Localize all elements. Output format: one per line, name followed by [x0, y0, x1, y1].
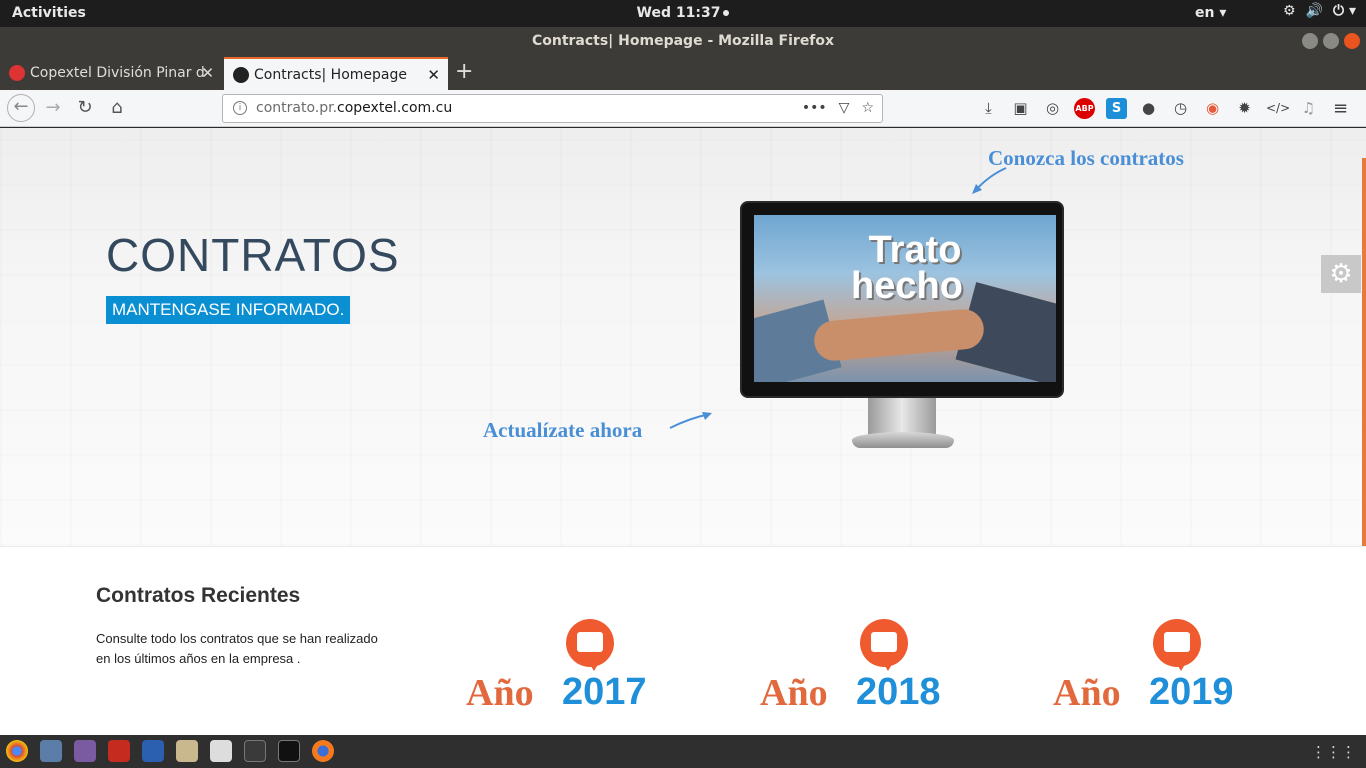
extension-toolbar: ⤓ ▣ ◎ ABP S ● ◷ ◉ ✹ </> ♫ ≡	[978, 98, 1351, 119]
clock-icon[interactable]: ◷	[1170, 98, 1191, 119]
chrome-icon[interactable]	[6, 740, 28, 762]
home-button[interactable]: ⌂	[104, 96, 130, 122]
tab-close-button[interactable]: ✕	[201, 57, 214, 90]
page-actions-icon[interactable]: •••	[802, 95, 827, 122]
pidgin-icon[interactable]	[40, 740, 62, 762]
image-icon[interactable]: ▣	[1010, 98, 1031, 119]
mask-icon[interactable]: ●	[1138, 98, 1159, 119]
year-word: Año	[1053, 672, 1121, 714]
forward-button[interactable]: →	[40, 96, 66, 122]
url-domain: copextel.com.cu	[337, 100, 453, 116]
year-card-2019[interactable]: Año 2019	[1053, 619, 1243, 729]
tab-close-button[interactable]: ✕	[427, 59, 440, 90]
arrow-down-left-icon	[972, 167, 1007, 194]
settings-gear-button[interactable]: ⚙	[1321, 255, 1361, 293]
music-icon[interactable]: ♫	[1298, 98, 1319, 119]
callout-actualizate: Actualízate ahora	[483, 418, 643, 442]
terminal-icon[interactable]	[278, 740, 300, 762]
window-title: Contracts| Homepage - Mozilla Firefox	[531, 33, 835, 49]
recent-contracts-section: Contratos Recientes Consulte todo los co…	[0, 546, 1366, 735]
usb-icon[interactable]	[210, 740, 232, 762]
bookmark-star-icon[interactable]: ☆	[861, 95, 874, 122]
hero-title: CONTRATOS	[106, 229, 400, 281]
dock-apps	[6, 740, 334, 762]
code-icon[interactable]: </>	[1266, 98, 1290, 119]
url-actions: ••• ▽ ☆	[802, 95, 874, 122]
ghost-icon[interactable]	[74, 740, 96, 762]
url-bar[interactable]: i contrato.pr.copextel.com.cu ••• ▽ ☆	[222, 94, 883, 123]
clock-label: Wed 11:37	[636, 5, 721, 21]
handshake-image: Trato hecho	[754, 215, 1056, 382]
download-icon[interactable]: ⤓	[978, 98, 999, 119]
volume-icon[interactable]: 🔊	[1306, 3, 1323, 19]
section-title: Contratos Recientes	[96, 584, 301, 607]
adblock-icon[interactable]: ABP	[1074, 98, 1095, 119]
site-info-icon[interactable]: i	[233, 101, 247, 115]
minimize-button[interactable]	[1302, 33, 1318, 49]
tab-strip: Copextel División Pinar d ✕ Contracts| H…	[0, 55, 1366, 90]
monitor-stand	[868, 398, 936, 436]
symfony-favicon-icon	[233, 67, 249, 83]
arrow-up-right-icon	[669, 412, 712, 429]
hero-subtitle-badge: MANTENGASE INFORMADO.	[106, 296, 351, 324]
year-number: 2018	[856, 671, 941, 713]
section-description: Consulte todo los contratos que se han r…	[96, 631, 378, 666]
briefcase-chat-icon	[1153, 619, 1201, 671]
system-tray[interactable]: ⚙ 🔊 ⏻ ▾	[1283, 3, 1356, 19]
year-word: Año	[760, 672, 828, 714]
year-word: Año	[466, 672, 534, 714]
year-number: 2019	[1149, 671, 1234, 713]
year-number: 2017	[562, 671, 647, 713]
maximize-button[interactable]	[1323, 33, 1339, 49]
url-prefix: contrato.pr.	[256, 100, 338, 116]
navigation-toolbar: ← → ↻ ⌂ i contrato.pr.copextel.com.cu ••…	[0, 90, 1366, 127]
hero-section: CONTRATOS MANTENGASE INFORMADO. Conozca …	[0, 128, 1366, 546]
screen-text-line2: hecho	[851, 265, 963, 307]
web-page: CONTRATOS MANTENGASE INFORMADO. Conozca …	[0, 128, 1366, 735]
notification-dot-icon	[723, 10, 730, 16]
briefcase-chat-icon	[860, 619, 908, 671]
tab-label: Copextel División Pinar d	[30, 65, 205, 81]
tab-label: Contracts| Homepage	[254, 67, 407, 83]
archive-icon[interactable]	[176, 740, 198, 762]
year-card-2017[interactable]: Año 2017	[466, 619, 656, 729]
callout-conozca: Conozca los contratos	[988, 146, 1184, 170]
back-button[interactable]: ←	[7, 94, 35, 122]
close-window-button[interactable]	[1344, 33, 1360, 49]
reload-button[interactable]: ↻	[72, 96, 98, 122]
globe-icon[interactable]: ◎	[1042, 98, 1063, 119]
show-apps-grid-icon[interactable]: ⋮⋮⋮	[1311, 743, 1356, 761]
system-monitor-icon[interactable]	[244, 740, 266, 762]
pocket-icon[interactable]: ▽	[839, 95, 850, 122]
tab-contracts-homepage[interactable]: Contracts| Homepage ✕	[224, 57, 448, 90]
gear-icon[interactable]: ✹	[1234, 98, 1255, 119]
monitor-image: Trato hecho	[740, 201, 1064, 398]
new-tab-button[interactable]: +	[455, 55, 473, 88]
word-icon[interactable]	[142, 740, 164, 762]
window-controls	[1302, 33, 1360, 49]
menu-icon[interactable]: ≡	[1330, 98, 1351, 119]
firefox-icon[interactable]	[312, 740, 334, 762]
accessibility-icon[interactable]: ⚙	[1283, 3, 1296, 19]
power-icon[interactable]: ⏻ ▾	[1333, 3, 1356, 19]
filezilla-icon[interactable]	[108, 740, 130, 762]
gnome-top-bar: Activities Wed 11:37 en ▾ ⚙ 🔊 ⏻ ▾	[0, 0, 1366, 27]
language-selector[interactable]: en ▾	[1195, 5, 1226, 21]
record-icon[interactable]: ◉	[1202, 98, 1223, 119]
copextel-favicon-icon	[9, 65, 25, 81]
tab-copextel[interactable]: Copextel División Pinar d ✕	[0, 57, 222, 90]
year-card-2018[interactable]: Año 2018	[760, 619, 950, 729]
clock[interactable]: Wed 11:37	[0, 5, 1366, 21]
page-scrollbar[interactable]	[1362, 158, 1366, 608]
s-icon[interactable]: S	[1106, 98, 1127, 119]
monitor-base	[852, 432, 954, 448]
window-titlebar: Contracts| Homepage - Mozilla Firefox	[0, 27, 1366, 55]
briefcase-chat-icon	[566, 619, 614, 671]
hero-background	[0, 128, 1366, 546]
taskbar-dock: ⋮⋮⋮	[0, 735, 1366, 768]
